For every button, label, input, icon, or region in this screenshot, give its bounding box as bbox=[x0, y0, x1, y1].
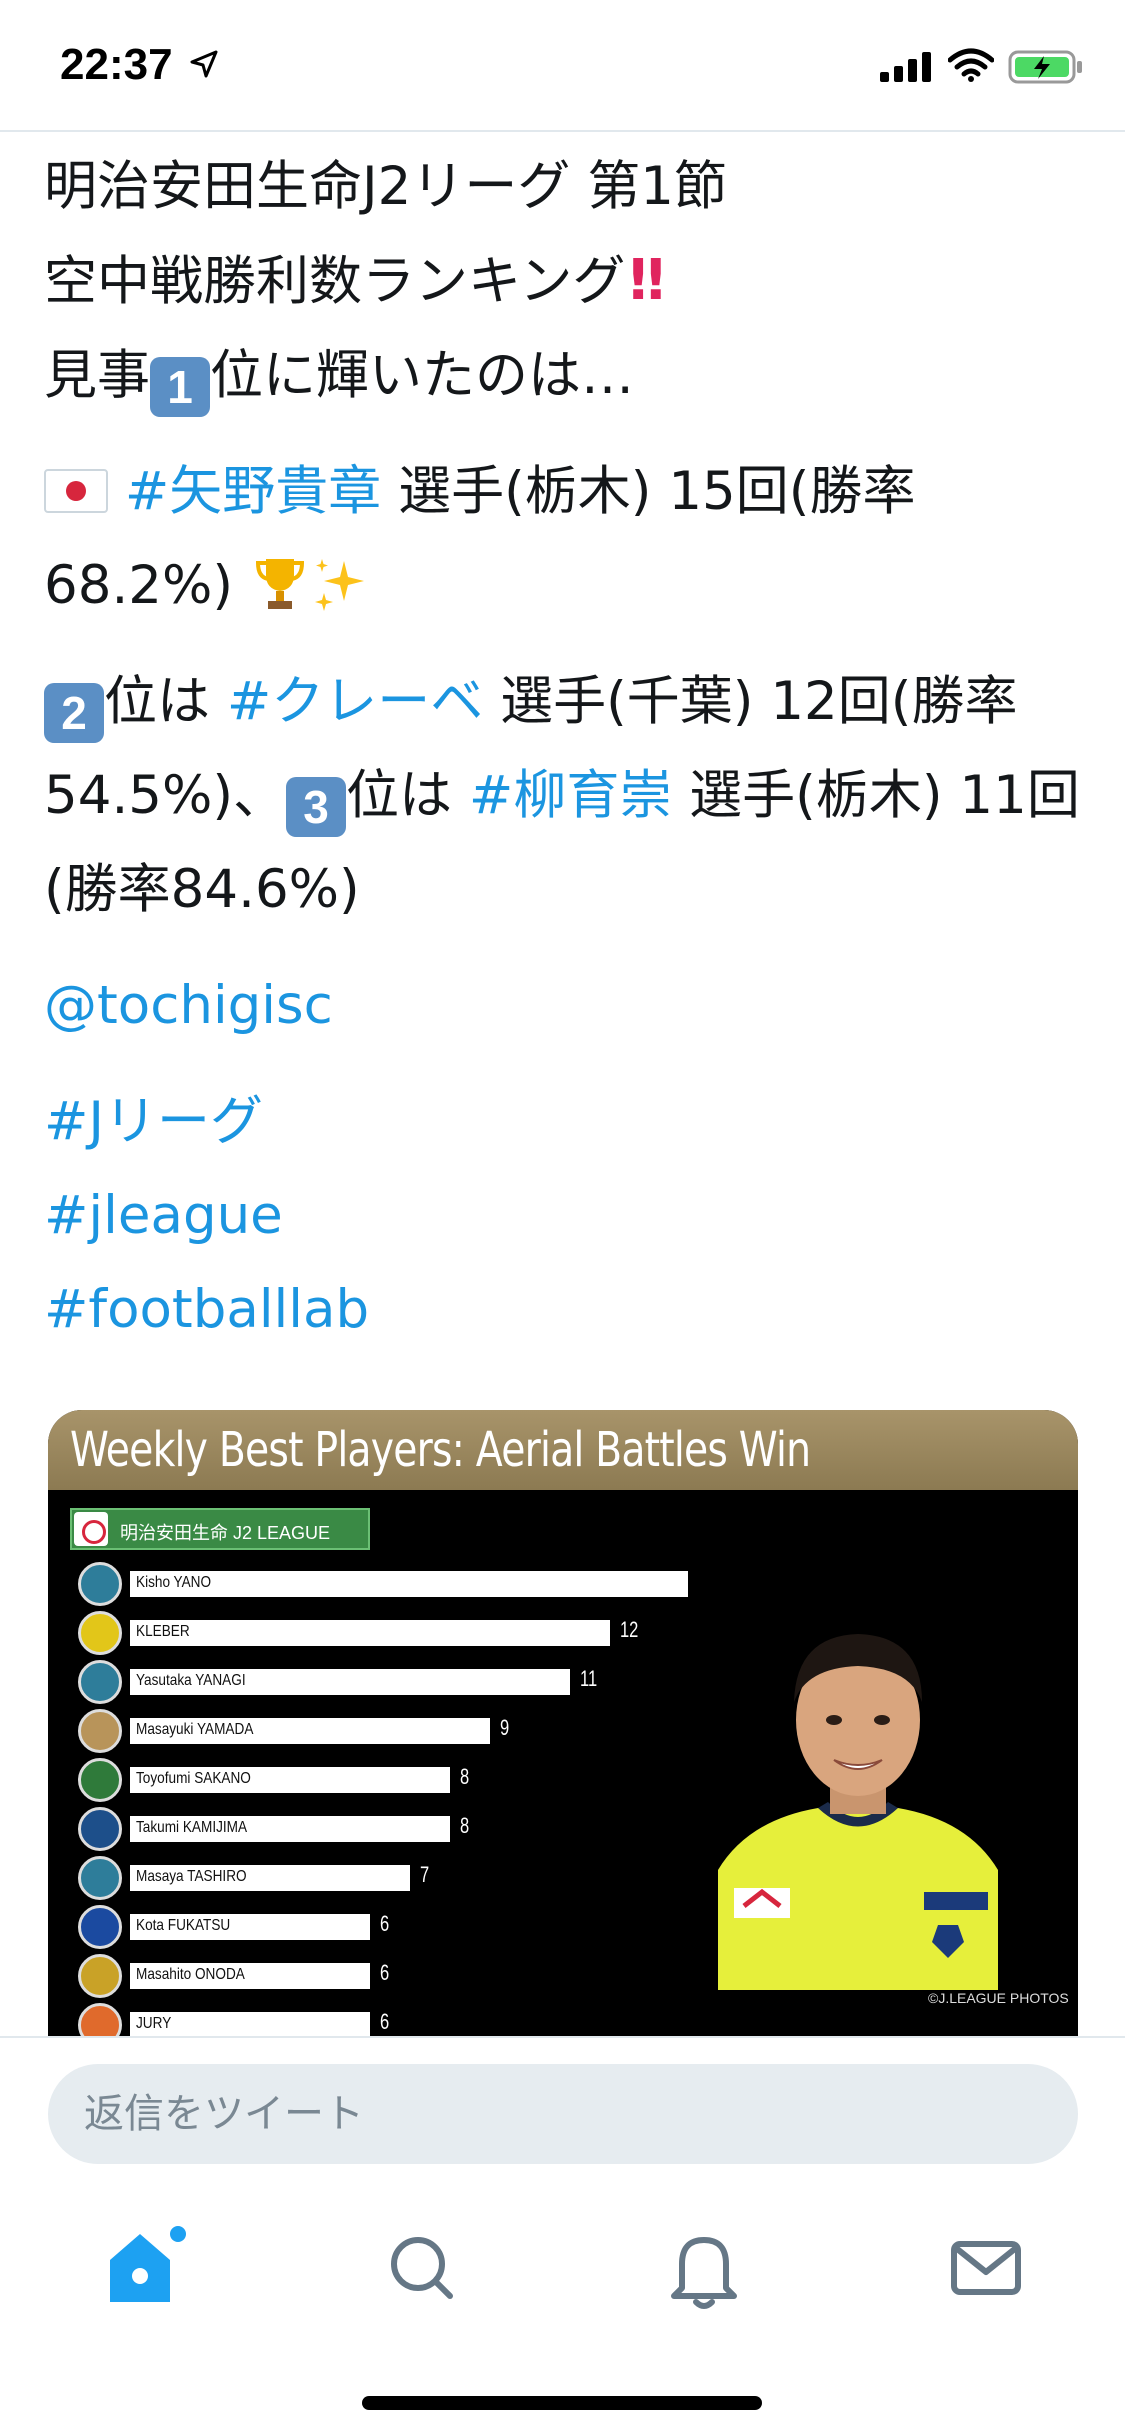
club-crest-icon bbox=[78, 1954, 122, 1998]
mention-tochigisc[interactable]: @tochigisc bbox=[44, 975, 333, 1036]
status-time: 22:37 bbox=[60, 40, 173, 89]
tab-notifications[interactable] bbox=[644, 2216, 764, 2316]
ranking-bar: Masayuki YAMADA bbox=[130, 1718, 490, 1744]
photo-credit: ©J.LEAGUE PHOTOS bbox=[928, 1990, 1069, 2006]
tweet-first-place: #矢野貴章 選手(栃木) 15回(勝率68.2%) bbox=[44, 445, 1094, 633]
reply-input[interactable] bbox=[48, 2064, 1078, 2164]
ranking-bar: Kisho YANO bbox=[130, 1571, 730, 1597]
club-crest-icon bbox=[78, 2003, 122, 2040]
club-crest-icon bbox=[78, 1856, 122, 1900]
ranking-bar: JURY bbox=[130, 2012, 370, 2038]
status-bar: 22:37 bbox=[0, 0, 1125, 132]
tweet-mention-block: @tochigisc bbox=[44, 959, 1094, 1053]
player-value: 8 bbox=[460, 1764, 470, 1789]
trophy-icon bbox=[255, 559, 304, 609]
player-value: 7 bbox=[420, 1862, 430, 1887]
player-name: Kisho YANO bbox=[136, 1574, 212, 1591]
reply-bar bbox=[0, 2036, 1125, 2176]
hashtag-footballlab[interactable]: #footballlab bbox=[44, 1279, 369, 1340]
tweet-intro: 見事 1 位に輝いたのは… bbox=[44, 329, 1094, 423]
home-indicator bbox=[362, 2396, 762, 2410]
second-place-text: 位は bbox=[104, 671, 227, 732]
league-badge: 明治安田生命 J2 LEAGUE bbox=[70, 1508, 370, 1550]
player-name: Takumi KAMIJIMA bbox=[136, 1819, 248, 1836]
double-exclamation-icon: !! bbox=[625, 248, 668, 313]
hashtag-jleague-jp[interactable]: #Jリーグ bbox=[44, 1091, 263, 1152]
tweet-line-2: 空中戦勝利数ランキング bbox=[44, 251, 626, 312]
league-name: 明治安田生命 J2 LEAGUE bbox=[120, 1523, 331, 1543]
card-title: Weekly Best Players: Aerial Battles Win bbox=[70, 1422, 811, 1478]
player-name: JURY bbox=[136, 2015, 172, 2032]
player-name: Yasutaka YANAGI bbox=[136, 1672, 246, 1689]
keycap-2-icon: 2 bbox=[44, 683, 104, 743]
club-crest-icon bbox=[78, 1660, 122, 1704]
intro-text-pre: 見事 bbox=[44, 345, 150, 406]
player-value: 12 bbox=[620, 1617, 639, 1642]
hashtag-yanagi[interactable]: #柳育崇 bbox=[469, 765, 672, 826]
keycap-1-icon: 1 bbox=[150, 357, 210, 417]
player-value: 6 bbox=[380, 1911, 390, 1936]
tweet-text: 明治安田生命J2リーグ 第1節 空中戦勝利数ランキング!! 見事 1 位に輝いたのは… bbox=[44, 140, 1094, 1357]
tweet-image-card[interactable]: Weekly Best Players: Aerial Battles Win … bbox=[48, 1410, 1078, 2040]
tab-search[interactable] bbox=[362, 2216, 482, 2316]
ranking-bar: KLEBER bbox=[130, 1620, 610, 1646]
keycap-3-icon: 3 bbox=[286, 777, 347, 837]
club-crest-icon bbox=[78, 1611, 122, 1655]
player-value: 6 bbox=[380, 1960, 390, 1985]
intro-text-post: 位に輝いたのは… bbox=[210, 345, 634, 406]
messages-icon bbox=[951, 2241, 1021, 2295]
hashtag-kleber[interactable]: #クレーベ bbox=[227, 671, 483, 732]
ranking-bar: Yasutaka YANAGI bbox=[130, 1669, 570, 1695]
tweet-other-places: 2 位は #クレーベ 選手(千葉) 12回(勝率54.5%)、 3 位は #柳育崇 選… bbox=[44, 655, 1094, 937]
player-value: 11 bbox=[580, 1666, 598, 1691]
notifications-icon bbox=[671, 2237, 737, 2309]
ranking-bar: Masahito ONODA bbox=[130, 1963, 370, 1989]
ranking-bar: Kota FUKATSU bbox=[130, 1914, 370, 1940]
player-name: KLEBER bbox=[136, 1623, 190, 1640]
player-photo bbox=[688, 1570, 1028, 1990]
player-name: Masaya TASHIRO bbox=[136, 1868, 247, 1885]
jleague-logo-icon bbox=[74, 1512, 108, 1546]
club-crest-icon bbox=[78, 1758, 122, 1802]
home-notification-dot bbox=[170, 2226, 186, 2242]
player-name: Kota FUKATSU bbox=[136, 1917, 231, 1934]
ranking-bar: Masaya TASHIRO bbox=[130, 1865, 410, 1891]
japan-flag-icon bbox=[44, 469, 108, 513]
ranking-bar: Toyofumi SAKANO bbox=[130, 1767, 450, 1793]
tweet-title: 明治安田生命J2リーグ 第1節 空中戦勝利数ランキング!! bbox=[44, 140, 1094, 329]
hashtag-yano[interactable]: #矢野貴章 bbox=[125, 461, 381, 522]
player-name: Masayuki YAMADA bbox=[136, 1721, 254, 1738]
player-value: 8 bbox=[460, 1813, 470, 1838]
ranking-bar: Takumi KAMIJIMA bbox=[130, 1816, 450, 1842]
card-header: Weekly Best Players: Aerial Battles Win bbox=[48, 1410, 1078, 1490]
club-crest-icon bbox=[78, 1905, 122, 1949]
club-crest-icon bbox=[78, 1562, 122, 1606]
third-place-text: 位は bbox=[346, 765, 469, 826]
tweet-line-1: 明治安田生命J2リーグ 第1節 bbox=[44, 156, 727, 217]
sparkles-icon bbox=[314, 559, 364, 611]
player-value: 9 bbox=[500, 1715, 510, 1740]
club-crest-icon bbox=[78, 1709, 122, 1753]
player-name: Masahito ONODA bbox=[136, 1966, 245, 1983]
hashtag-jleague[interactable]: #jleague bbox=[44, 1185, 283, 1246]
wifi-icon bbox=[948, 48, 994, 82]
player-value: 6 bbox=[380, 2009, 390, 2034]
club-crest-icon bbox=[78, 1807, 122, 1851]
location-arrow-icon bbox=[190, 50, 218, 78]
battery-charging-icon bbox=[1008, 50, 1082, 84]
cellular-signal-icon bbox=[880, 52, 931, 82]
tab-home[interactable] bbox=[80, 2216, 200, 2316]
tab-messages[interactable] bbox=[926, 2216, 1046, 2316]
tweet-hashtags: #Jリーグ #jleague #footballlab bbox=[44, 1075, 1094, 1357]
player-name: Toyofumi SAKANO bbox=[136, 1770, 251, 1787]
search-icon bbox=[391, 2237, 453, 2299]
